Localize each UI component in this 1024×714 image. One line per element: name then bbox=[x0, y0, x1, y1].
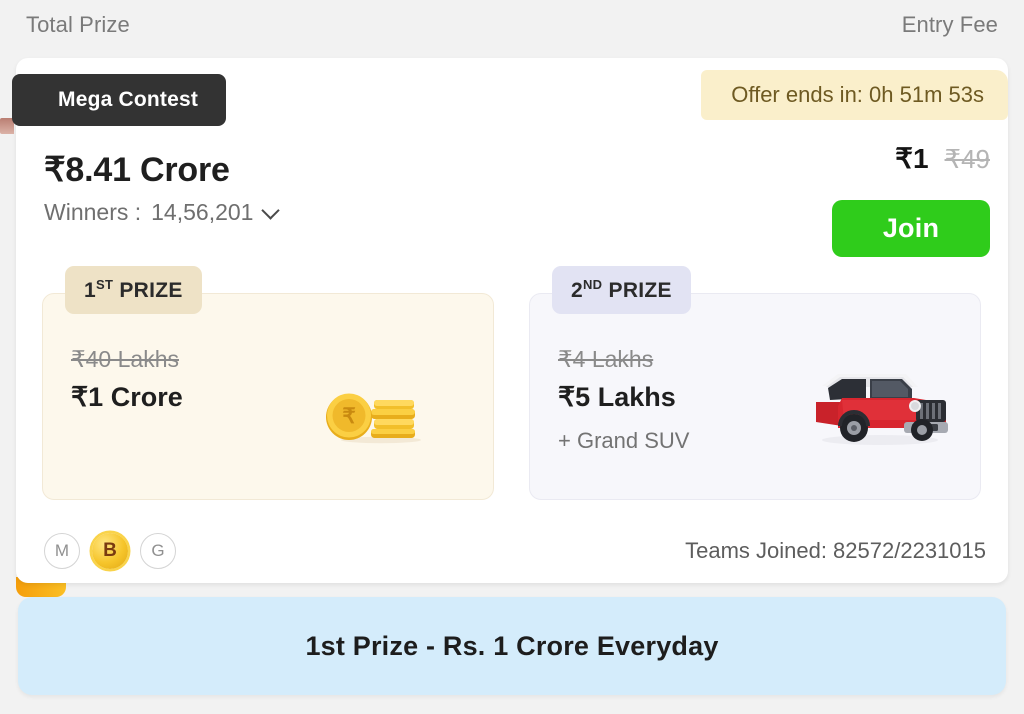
prize-rank-word: PRIZE bbox=[608, 279, 672, 302]
promo-banner-text: 1st Prize - Rs. 1 Crore Everyday bbox=[305, 630, 719, 661]
total-prize-label: Total Prize bbox=[26, 12, 130, 37]
mega-contest-tag: Mega Contest bbox=[12, 74, 227, 126]
prize-rank-suffix: ST bbox=[95, 277, 114, 292]
entry-fee-original: ₹49 bbox=[944, 144, 990, 174]
prize-rank-word: PRIZE bbox=[119, 279, 183, 302]
total-prize-block: ₹8.41 Crore Winners : 14,56,201 bbox=[44, 150, 279, 226]
prize-rank-number: 1 bbox=[84, 279, 96, 302]
prize-card-second: 2ND PRIZE ₹4 Lakhs ₹5 Lakhs + Grand SUV bbox=[529, 266, 981, 500]
prize-badge-second: 2ND PRIZE bbox=[552, 266, 691, 314]
winners-count: 14,56,201 bbox=[151, 199, 254, 225]
badge-g[interactable]: G bbox=[140, 533, 176, 569]
entry-fee-current: ₹1 bbox=[895, 143, 929, 174]
red-suv-icon: THAR bbox=[816, 374, 948, 445]
prize-new-amount-first: ₹1 Crore bbox=[71, 382, 183, 412]
entry-fee-label: Entry Fee bbox=[901, 12, 998, 37]
join-button[interactable]: Join bbox=[832, 200, 990, 257]
winners-label: Winners : bbox=[44, 199, 142, 225]
contest-card[interactable]: Mega Contest Offer ends in: 0h 51m 53s ₹… bbox=[0, 58, 1008, 583]
offer-timer-ribbon: Offer ends in: 0h 51m 53s bbox=[701, 70, 1008, 120]
chevron-down-icon[interactable] bbox=[263, 202, 279, 218]
teams-joined-text: Teams Joined: 82572/2231015 bbox=[685, 538, 986, 563]
prize-cards-container: 1ST PRIZE ₹40 Lakhs ₹1 Crore ₹ 2ND PRIZE… bbox=[42, 266, 982, 500]
gold-coins-icon: ₹ bbox=[326, 393, 421, 444]
page-header: Total Prize Entry Fee bbox=[0, 0, 1024, 58]
category-badge-group: M B G bbox=[44, 533, 176, 569]
entry-fee-row: ₹1 ₹49 bbox=[895, 142, 990, 175]
prize-rank-suffix: ND bbox=[582, 277, 603, 292]
prize-old-amount-first: ₹40 Lakhs bbox=[71, 346, 179, 372]
winners-row[interactable]: Winners : 14,56,201 bbox=[44, 199, 279, 226]
total-prize-amount: ₹8.41 Crore bbox=[44, 151, 230, 189]
badge-b[interactable]: B bbox=[92, 533, 128, 569]
prize-badge-first: 1ST PRIZE bbox=[65, 266, 202, 314]
prize-card-first: 1ST PRIZE ₹40 Lakhs ₹1 Crore ₹ bbox=[42, 266, 494, 500]
promo-banner[interactable]: 1st Prize - Rs. 1 Crore Everyday bbox=[18, 597, 1006, 695]
svg-text:₹: ₹ bbox=[342, 405, 355, 428]
card-footer: M B G Teams Joined: 82572/2231015 bbox=[44, 533, 986, 569]
prize-rank-number: 2 bbox=[571, 279, 583, 302]
badge-m[interactable]: M bbox=[44, 533, 80, 569]
